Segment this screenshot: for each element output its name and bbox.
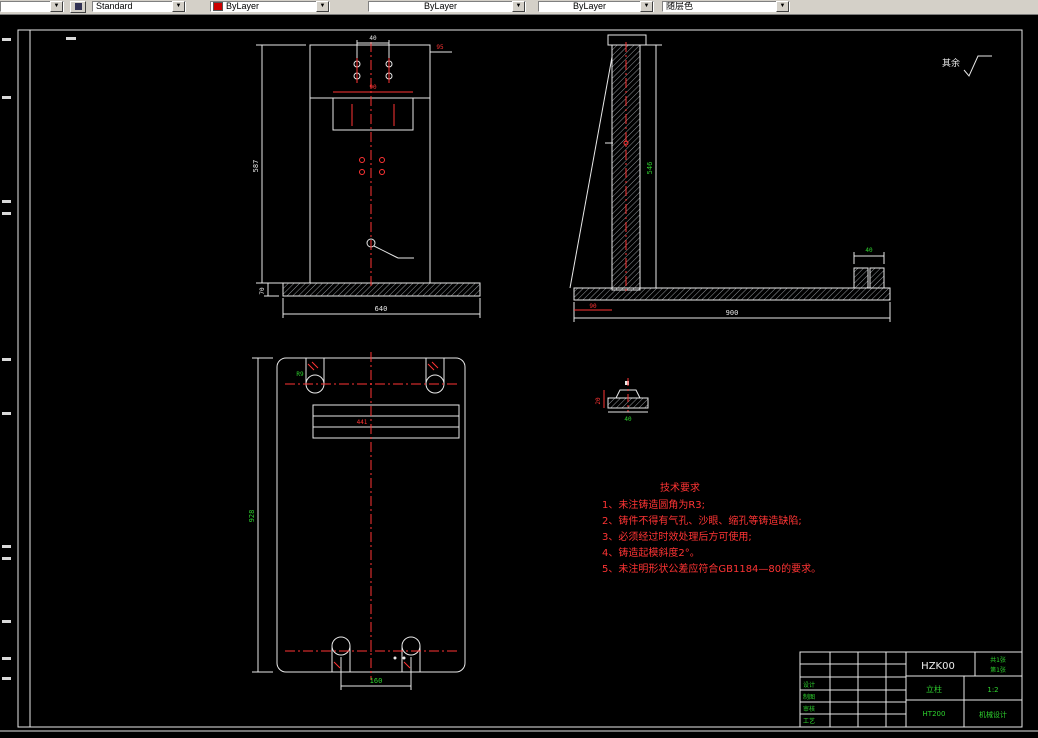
dim-label: 20 [595,397,602,405]
drawing-number: HZK00 [921,661,955,672]
plan-view: 928 441 160 R9 [248,352,466,690]
title-row-label: 工艺 [803,717,815,725]
title-row-label: 审核 [803,705,815,713]
title-row-label: 制图 [803,693,815,701]
tech-req-item: 2、铸件不得有气孔、沙眼、缩孔等铸造缺陷; [602,514,802,527]
cad-application-window: ▼ Standard ▼ ByLayer ▼ ByLayer ▼ ByLayer… [0,0,1038,738]
toolbar-button[interactable] [70,1,86,13]
dim-label: 40 [624,416,632,423]
part-name: 立柱 [926,684,942,694]
title-block: HZK00 共1张 第1张 立柱 1:2 HT200 机械设计 设计 制图 审核… [799,651,1023,728]
dim-label: 95 [436,44,444,51]
detail-view: 20 40 [595,378,649,423]
company-name: 机械设计 [979,710,1007,719]
tech-req-item: 5、未注明形状公差应符合GB1184—80的要求。 [602,562,821,575]
text-style-combo-value: Standard [96,2,133,11]
chevron-down-icon: ▼ [776,1,789,12]
plotstyle-combo[interactable]: 随层色 ▼ [662,1,790,12]
side-view: 546 900 90 40 [569,34,891,322]
front-view: 587 70 640 40 95 90 [252,35,481,318]
dim-label: 70 [259,287,266,295]
color-swatch [213,2,223,11]
roughness-symbol-icon [963,55,992,77]
scale-value: 1:2 [987,686,998,694]
tech-req-item: 1、未注铸造圆角为R3; [602,498,705,511]
sheet-page: 第1张 [990,666,1006,674]
material-value: HT200 [923,710,946,718]
dim-label: 90 [369,84,377,91]
tool-icon [74,3,82,10]
surface-finish-note: 其余 [942,55,992,77]
dim-label: 640 [375,305,388,313]
color-combo-value: ByLayer [226,2,260,11]
dim-label: 40 [865,247,873,254]
chevron-down-icon: ▼ [640,1,653,12]
dim-label: 546 [646,162,654,175]
tech-req-item: 3、必须经过时效处理后方可使用; [602,530,752,543]
properties-toolbar: ▼ Standard ▼ ByLayer ▼ ByLayer ▼ ByLayer… [0,0,1038,15]
lineweight-combo[interactable]: ByLayer ▼ [538,1,654,12]
tech-req-item: 4、铸造起模斜度2°。 [602,546,700,559]
dim-label: 40 [369,35,377,42]
lineweight-combo-value: ByLayer [572,2,607,11]
linetype-combo-value: ByLayer [423,2,458,11]
technical-requirements: 技术要求 1、未注铸造圆角为R3; 2、铸件不得有气孔、沙眼、缩孔等铸造缺陷; … [602,481,821,575]
drawing-frame [0,29,1038,732]
dim-label: 900 [726,309,739,317]
chevron-down-icon: ▼ [316,1,329,12]
text-style-combo[interactable]: Standard ▼ [92,1,186,12]
linetype-combo[interactable]: ByLayer ▼ [368,1,526,12]
chevron-down-icon: ▼ [512,1,525,12]
dim-label: 90 [589,303,597,310]
layer-combo[interactable]: ▼ [0,1,64,12]
title-row-label: 设计 [803,681,815,689]
dim-label: 160 [370,677,383,685]
drawing-canvas[interactable]: 587 70 640 40 95 90 546 900 90 40 928 44… [0,0,1038,738]
plotstyle-combo-value: 随层色 [666,2,694,11]
dim-label: 587 [252,160,260,173]
dim-label: 928 [248,510,256,523]
dim-label: R9 [296,371,304,378]
chevron-down-icon: ▼ [50,1,63,12]
tech-req-title: 技术要求 [660,481,700,494]
left-edge-marks [2,37,76,680]
dim-label: 441 [357,419,368,426]
surface-note-text: 其余 [942,57,960,69]
chevron-down-icon: ▼ [172,1,185,12]
color-combo[interactable]: ByLayer ▼ [210,1,330,12]
sheet-count: 共1张 [990,656,1006,664]
